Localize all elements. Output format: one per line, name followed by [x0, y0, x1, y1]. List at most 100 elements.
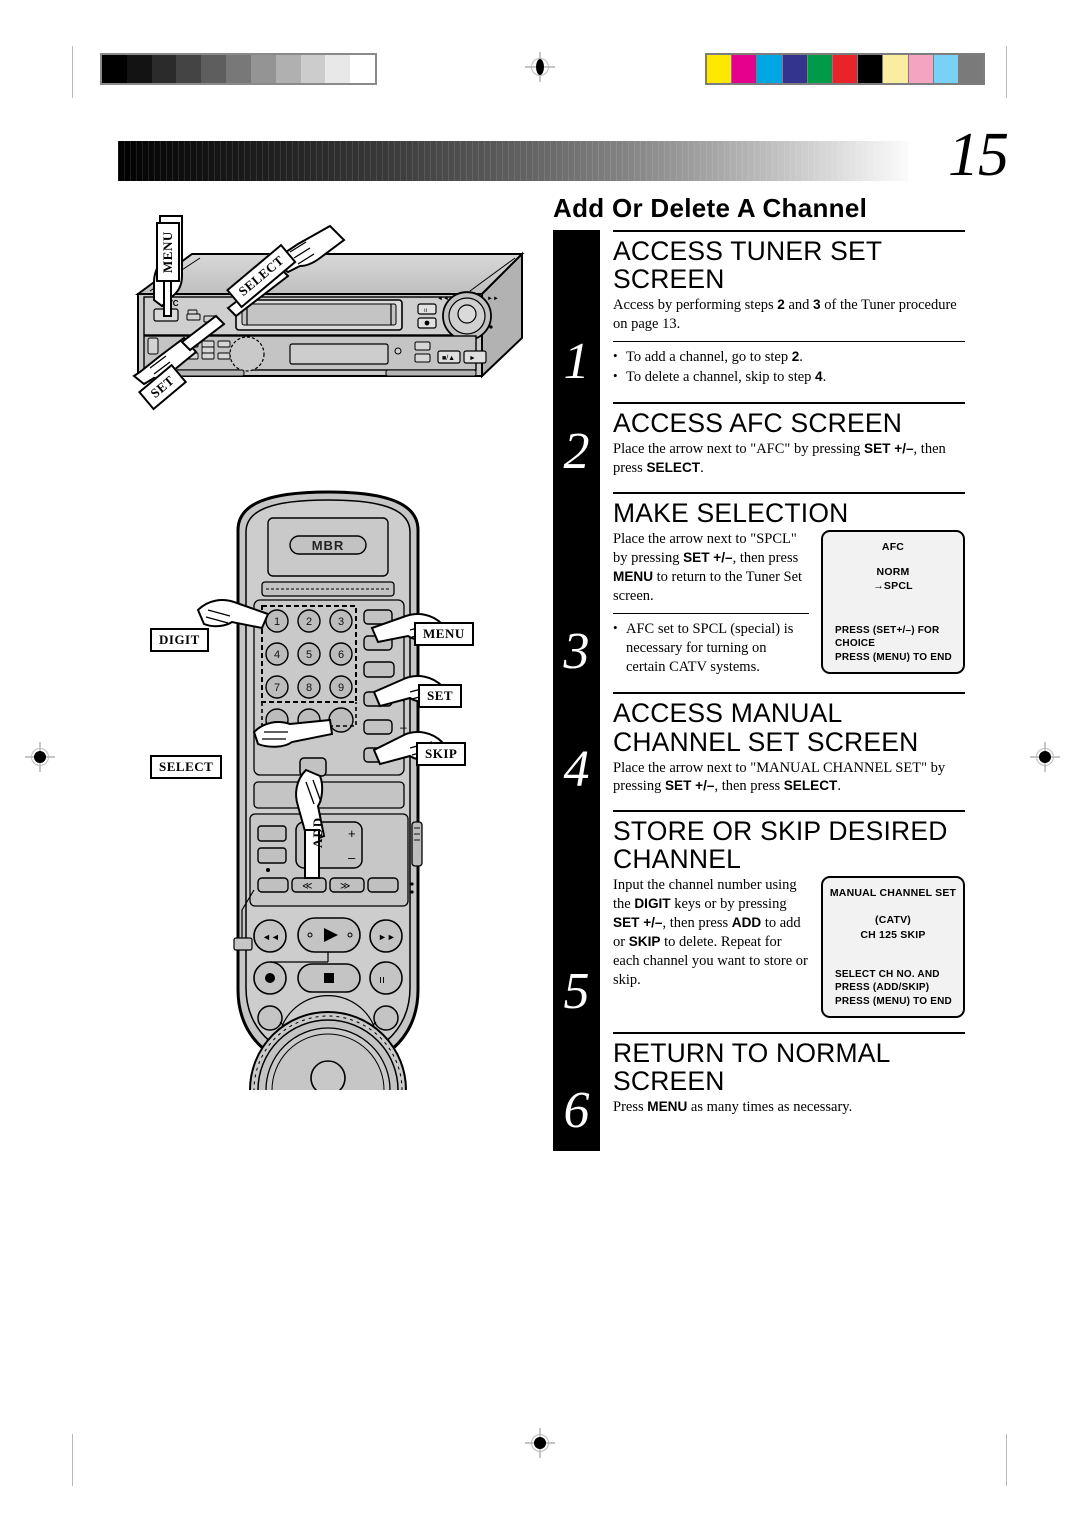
crop-mark-bottom-right [1006, 1434, 1007, 1486]
grayscale-patch [102, 55, 127, 83]
step-rule [613, 1032, 965, 1035]
svg-text:7: 7 [274, 682, 280, 694]
svg-text:4: 4 [274, 649, 280, 661]
step-heading: STORE OR SKIP DESIRED CHANNEL [613, 816, 948, 875]
osd-options: NORM →SPCL [829, 565, 957, 593]
header-gradient-bar [118, 141, 908, 181]
osd-option: →SPCL [873, 580, 913, 593]
grayscale-patch [126, 55, 152, 83]
crop-mark-top-right [1006, 46, 1007, 98]
osd-footer-line: PRESS (MENU) TO END [835, 995, 952, 1007]
color-patch [732, 55, 758, 83]
osd-panel: AFC NORM →SPCL PRESS (SET+/–) FOR CHOICE PRE… [821, 530, 965, 675]
step-number: 6 [563, 1082, 590, 1140]
osd-footer-line: SELECT CH NO. AND [835, 968, 940, 980]
step-sub-rule [613, 612, 809, 614]
step-rule [613, 402, 965, 405]
step-number: 3 [563, 623, 590, 681]
step-body-text: Place the arrow next to "MANUAL CHANNEL … [613, 759, 946, 795]
svg-text:2: 2 [306, 616, 312, 628]
remote-callout-set: SET [418, 684, 463, 708]
step-heading: RETURN TO NORMAL SCREEN [613, 1038, 890, 1097]
color-patch [858, 55, 884, 83]
step-3: MAKE SELECTION Place the arrow next to "S… [553, 492, 965, 692]
step-rule [613, 810, 965, 813]
grayscale-patch [275, 55, 301, 83]
step-bullet: To delete a channel, skip to step 4. [613, 367, 965, 387]
svg-text:1: 1 [274, 616, 280, 628]
svg-text:5: 5 [306, 649, 312, 661]
svg-text:◄◄: ◄◄ [262, 932, 280, 942]
step-rule [613, 692, 965, 695]
step-spacer [613, 388, 965, 402]
osd-options: (CATV) CH 125 SKIP [829, 913, 957, 941]
svg-text:–: – [400, 720, 407, 734]
step-spacer [613, 1018, 965, 1032]
color-patch [908, 55, 934, 83]
step-number: 2 [563, 423, 590, 481]
osd-option: CH 125 SKIP [860, 928, 926, 941]
step-bullets: To add a channel, go to step 2.To delete… [613, 347, 965, 388]
step-body-text: Place the arrow next to "AFC" by pressin… [613, 441, 946, 477]
registration-target-bottom [525, 1428, 555, 1458]
remote-illustration: MBR 123 456 789 – + – ≪ ≫ ◄◄ ►► ıı DIGIT… [150, 470, 510, 1169]
svg-text:8: 8 [306, 682, 312, 694]
step-5: STORE OR SKIP DESIRED CHANNEL Input the c… [553, 810, 965, 1032]
steps-list: ACCESS TUNER SET SCREEN Access by perform… [553, 230, 965, 1152]
grayscale-patch [151, 55, 177, 83]
svg-text:–: – [348, 850, 356, 865]
svg-text:►►: ►► [378, 932, 396, 942]
remote-badge: MBR [312, 538, 345, 553]
grayscale-calibration-wedge [100, 53, 377, 85]
step-text-column: Place the arrow next to "SPCL" by pressi… [613, 530, 809, 678]
step-body-text: Input the channel number using the DIGIT… [613, 877, 808, 988]
svg-text:◄◄: ◄◄ [437, 296, 449, 302]
remote-callout-digit: DIGIT [150, 628, 209, 652]
step-6: RETURN TO NORMAL SCREEN Press MENU as man… [553, 1032, 965, 1151]
step-bullet: AFC set to SPCL (special) is necessary f… [613, 619, 809, 678]
step-number: 4 [563, 741, 590, 799]
instructions-column: Add Or Delete A Channel ACCESS TUNER SET… [553, 193, 965, 1152]
step-sub-rule [613, 340, 965, 342]
remote-callout-skip: SKIP [416, 742, 467, 766]
step-rule [613, 230, 965, 232]
osd-panel: MANUAL CHANNEL SET (CATV) CH 125 SKIP SELEC… [821, 876, 965, 1019]
grayscale-patch [201, 55, 227, 83]
step-spacer [613, 796, 965, 810]
color-patch [782, 55, 808, 83]
step-body-with-panel: Place the arrow next to "SPCL" by pressi… [613, 530, 965, 678]
grayscale-patch [325, 55, 351, 83]
step-text-column: Input the channel number using the DIGIT… [613, 876, 809, 989]
remote-callout-menu: MENU [414, 622, 474, 646]
grayscale-patch [226, 55, 251, 83]
svg-text:≫: ≫ [340, 881, 350, 892]
osd-footer-line: PRESS (ADD/SKIP) [835, 982, 930, 994]
svg-text:■/▲: ■/▲ [442, 355, 455, 362]
color-patch [832, 55, 859, 83]
step-bullets: AFC set to SPCL (special) is necessary f… [613, 619, 809, 678]
step-2: ACCESS AFC SCREEN Place the arrow next to… [553, 402, 965, 492]
svg-text:6: 6 [338, 649, 344, 661]
svg-text:ıı: ıı [424, 308, 428, 314]
vcr-drawing: JVC ıı ◄◄ ►► [132, 215, 525, 386]
step-heading: ACCESS AFC SCREEN [613, 408, 903, 439]
remote-drawing: MBR 123 456 789 – + – ≪ ≫ ◄◄ ►► ıı [196, 490, 444, 1169]
svg-text:≪: ≪ [302, 881, 312, 892]
osd-title: MANUAL CHANNEL SET [829, 887, 957, 900]
step-heading: ACCESS TUNER SET SCREEN [613, 236, 882, 295]
remote-callout-select: SELECT [150, 755, 223, 779]
grayscale-patch [300, 55, 326, 83]
color-patch [757, 55, 783, 83]
step-bullet: To add a channel, go to step 2. [613, 347, 965, 367]
svg-text:3: 3 [338, 616, 344, 628]
color-patch [958, 55, 984, 83]
osd-footer-line: PRESS (SET+/–) FOR CHOICE [835, 624, 940, 650]
color-patch [807, 55, 833, 83]
step-number: 5 [563, 963, 590, 1021]
step-1: ACCESS TUNER SET SCREEN Access by perform… [553, 230, 965, 402]
step-body-text: Press MENU as many times as necessary. [613, 1099, 853, 1116]
step-body-text: Place the arrow next to "SPCL" by pressi… [613, 531, 803, 604]
osd-option: NORM [876, 566, 910, 579]
color-patch [707, 55, 733, 83]
step-number: 1 [563, 333, 590, 391]
